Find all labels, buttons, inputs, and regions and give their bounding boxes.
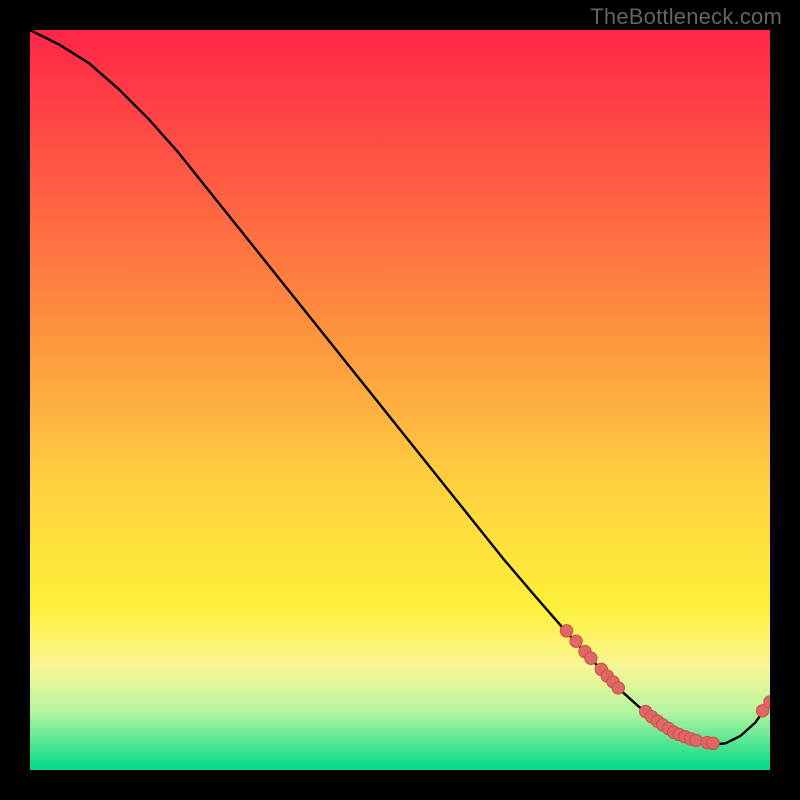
data-marker — [690, 734, 702, 746]
plot-area — [30, 30, 770, 770]
gradient-background — [30, 30, 770, 770]
data-marker — [612, 682, 624, 694]
data-marker — [585, 652, 597, 664]
data-marker — [560, 625, 572, 637]
watermark-text: TheBottleneck.com — [590, 4, 782, 30]
data-marker — [707, 737, 719, 749]
chart-stage: TheBottleneck.com — [0, 0, 800, 800]
bottleneck-chart — [30, 30, 770, 770]
data-marker — [570, 635, 582, 647]
